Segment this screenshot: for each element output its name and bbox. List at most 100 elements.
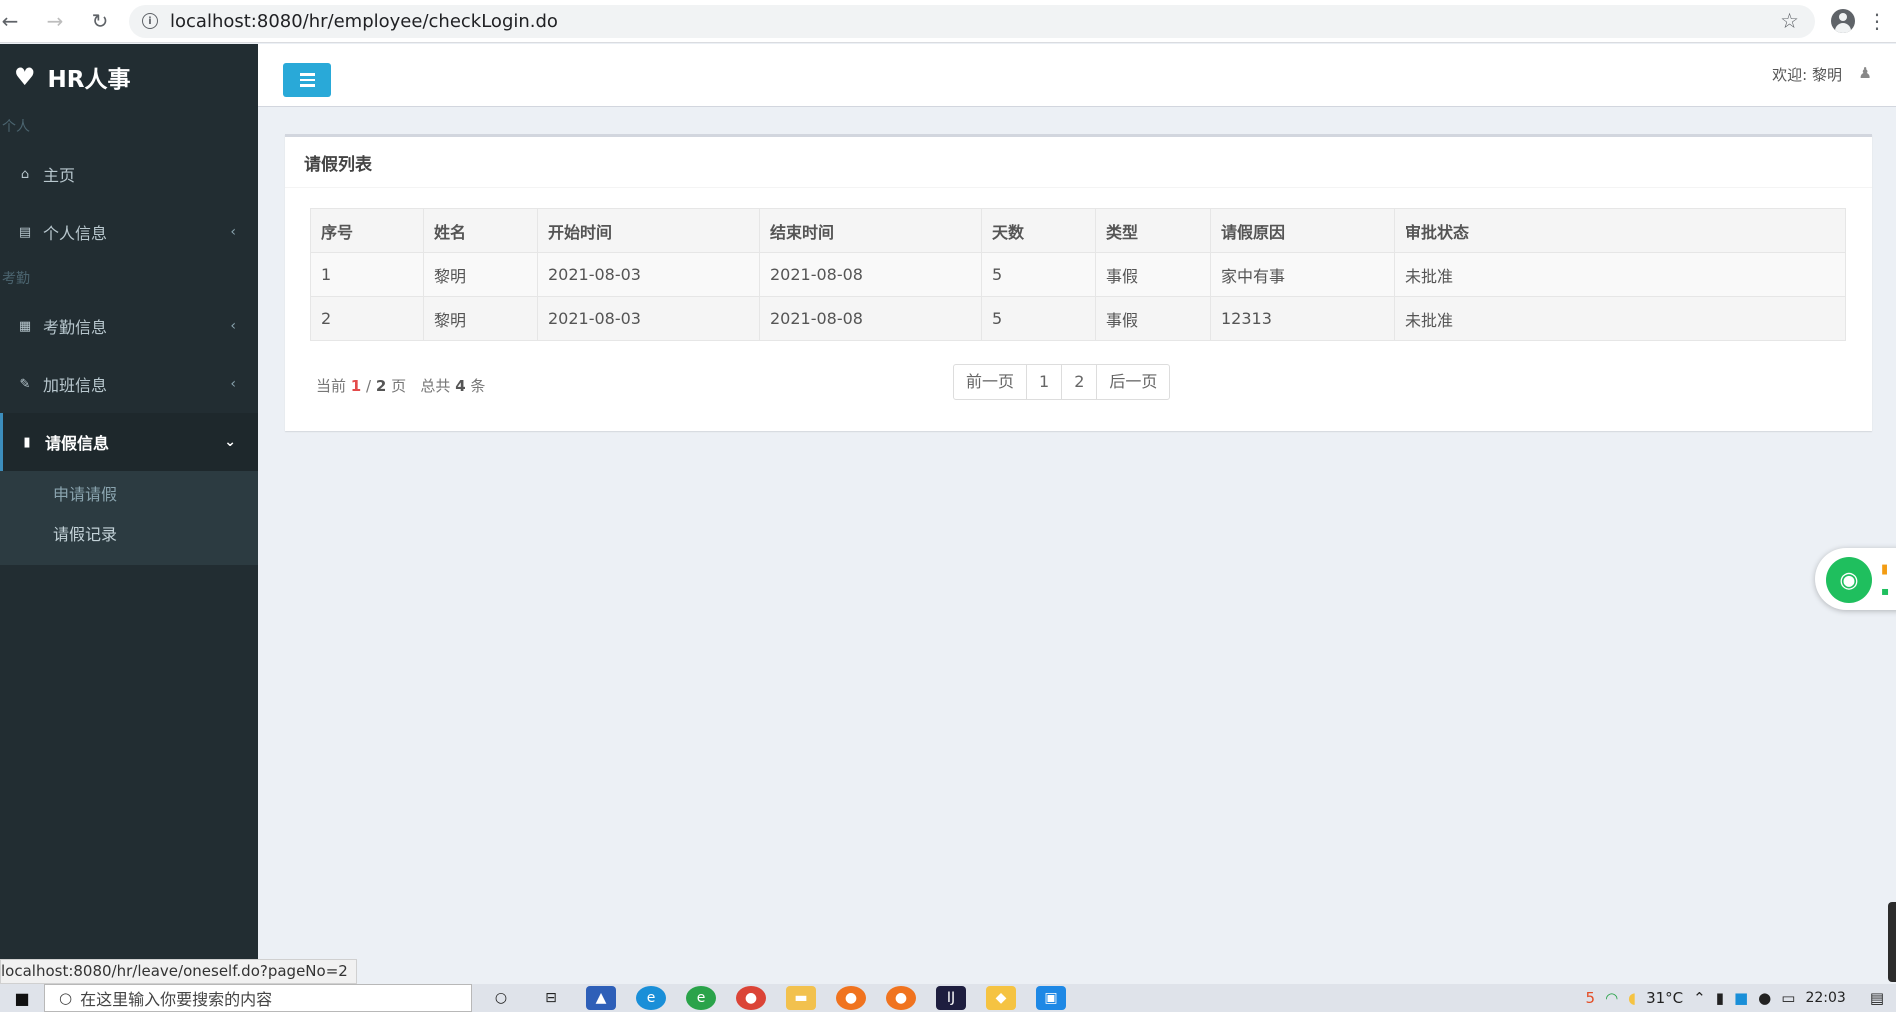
cell-type: 事假 [1095,296,1211,341]
app-icon[interactable]: ● [886,986,916,1010]
cell-status: 未批准 [1394,296,1846,341]
app-logo[interactable]: ♥ HR人事 [0,44,258,109]
pager-total-pages: 2 [375,377,387,395]
sidebar: ♥ HR人事 个人 ⌂ 主页 ▤ 个人信息 ‹ 考勤 ▦ 考勤信息 ‹ ✎ 加班… [0,44,258,984]
taskbar: ■ ○ 在这里输入你要搜索的内容 ○ ⊟ ▲ e e ● ▬ ● ● IJ ◆ … [0,984,1896,1012]
chrome-icon[interactable]: ● [736,986,766,1010]
calendar-icon: ▦ [18,318,32,334]
submenu-item-apply-leave[interactable]: 申请请假 [0,475,258,515]
pager-current-page: 1 [350,377,362,395]
folder-icon[interactable]: ▬ [786,986,816,1010]
taskbar-search[interactable]: ○ 在这里输入你要搜索的内容 [44,984,472,1012]
notification-icon[interactable]: ▤ [1870,989,1884,1007]
table-header-row: 序号 姓名 开始时间 结束时间 天数 类型 请假原因 审批状态 [310,208,1846,253]
id-card-icon: ▤ [18,224,32,240]
clock[interactable]: 22:03 [1805,990,1845,1006]
bookmark-star-icon[interactable]: ☆ [1780,9,1799,33]
pager-prefix: 当前 [316,377,347,395]
qq-icon[interactable]: ● [1758,989,1771,1007]
cell-status: 未批准 [1394,252,1846,297]
pager-total-prefix: 总共 [420,377,451,395]
temperature-text: 31°C [1646,989,1684,1007]
back-arrow-icon[interactable]: ← [0,6,25,36]
status-bar-link: localhost:8080/hr/leave/oneself.do?pageN… [0,959,357,984]
wifi-tray-icon[interactable]: ◠ [1605,989,1618,1007]
sidebar-item-label: 主页 [43,166,76,185]
pager-page-word: 页 [391,377,407,395]
app-icon[interactable]: ▲ [586,986,616,1010]
section-header-attendance: 考勤 [2,271,30,287]
scroll-handle[interactable] [1888,902,1896,982]
hamburger-line [299,73,315,76]
column-header: 天数 [981,208,1096,253]
sidebar-item-overtime[interactable]: ✎ 加班信息 ‹ [0,355,258,413]
edit-icon: ✎ [19,376,31,392]
browser-toolbar: ← → ↻ i localhost:8080/hr/employee/check… [0,0,1896,43]
cell-name: 黎明 [423,296,538,341]
leave-list-box: 请假列表 序号 姓名 开始时间 结束时间 天数 类型 请假原因 审批状态 1 黎… [285,134,1872,431]
cell-days: 5 [981,296,1096,341]
table-row: 1 黎明 2021-08-03 2021-08-08 5 事假 家中有事 未批准 [310,252,1846,297]
battery-icon: ▪ [1881,584,1890,598]
next-page-button[interactable]: 后一页 [1097,365,1169,399]
sidebar-toggle-button[interactable] [283,63,331,97]
page-1-button[interactable]: 1 [1027,365,1063,399]
info-icon[interactable]: i [142,13,158,29]
heartbeat-icon: ♥ [14,62,36,91]
app-icon[interactable]: ● [836,986,866,1010]
welcome-text: 欢迎: 黎明 [1772,66,1842,84]
home-icon: ⌂ [20,166,30,182]
forward-arrow-icon[interactable]: → [40,6,70,36]
microphone-icon[interactable]: ▮ [1716,989,1724,1007]
box-title: 请假列表 [285,137,1872,188]
network-icon[interactable]: ▭ [1781,989,1795,1007]
cortana-icon[interactable]: ○ [486,986,516,1010]
sidebar-item-home[interactable]: ⌂ 主页 [0,145,258,203]
cell-end-date: 2021-08-08 [759,252,982,297]
task-view-icon[interactable]: ⊟ [536,986,566,1010]
hamburger-line [299,78,315,82]
sidebar-item-leave[interactable]: ▮ 请假信息 ⌄ [0,413,258,471]
url-text[interactable]: localhost:8080/hr/employee/checkLogin.do [170,11,1780,32]
leave-submenu: 申请请假 请假记录 [0,471,258,565]
cell-index: 2 [310,296,424,341]
browser-menu-icon[interactable]: ⋮ [1867,11,1887,31]
cell-start-date: 2021-08-03 [537,296,760,341]
cell-end-date: 2021-08-08 [759,296,982,341]
address-bar[interactable]: i localhost:8080/hr/employee/checkLogin.… [129,4,1815,38]
page-2-button[interactable]: 2 [1062,365,1098,399]
cell-reason: 12313 [1210,296,1395,341]
chevron-down-icon: ⌄ [224,434,236,450]
html5-icon[interactable]: 5 [1586,989,1596,1007]
column-header: 类型 [1095,208,1211,253]
cell-start-date: 2021-08-03 [537,252,760,297]
bookmark-icon: ▮ [23,434,31,450]
sidebar-item-label: 请假信息 [45,434,110,453]
column-header: 姓名 [423,208,538,253]
pagination: 前一页 1 2 后一页 [953,364,1171,400]
sidebar-item-personal-info[interactable]: ▤ 个人信息 ‹ [0,203,258,261]
column-header: 序号 [310,208,424,253]
browser-icon[interactable]: e [686,986,716,1010]
signal-bars-icon: ▮ [1881,562,1889,577]
chevron-up-icon[interactable]: ⌃ [1693,989,1706,1007]
prev-page-button[interactable]: 前一页 [954,365,1028,399]
chevron-left-icon: ‹ [230,318,236,334]
intellij-icon[interactable]: IJ [936,986,966,1010]
submenu-item-leave-records[interactable]: 请假记录 [0,515,258,555]
cell-name: 黎明 [423,252,538,297]
search-icon: ○ [59,989,73,1007]
tray-app-icon[interactable]: ■ [1734,989,1748,1007]
wifi-widget[interactable]: ◉ ▮ ▪ [1815,548,1896,610]
edge-icon[interactable]: e [636,986,666,1010]
sidebar-item-attendance[interactable]: ▦ 考勤信息 ‹ [0,297,258,355]
taskbar-apps: ○ ⊟ ▲ e e ● ▬ ● ● IJ ◆ ▣ [486,986,1066,1010]
profile-icon[interactable] [1831,9,1855,33]
cell-type: 事假 [1095,252,1211,297]
app-icon[interactable]: ◆ [986,986,1016,1010]
photos-icon[interactable]: ▣ [1036,986,1066,1010]
cell-index: 1 [310,252,424,297]
windows-start-icon[interactable]: ■ [0,984,44,1012]
user-icon[interactable]: ♟ [1859,64,1872,82]
reload-icon[interactable]: ↻ [85,6,115,36]
